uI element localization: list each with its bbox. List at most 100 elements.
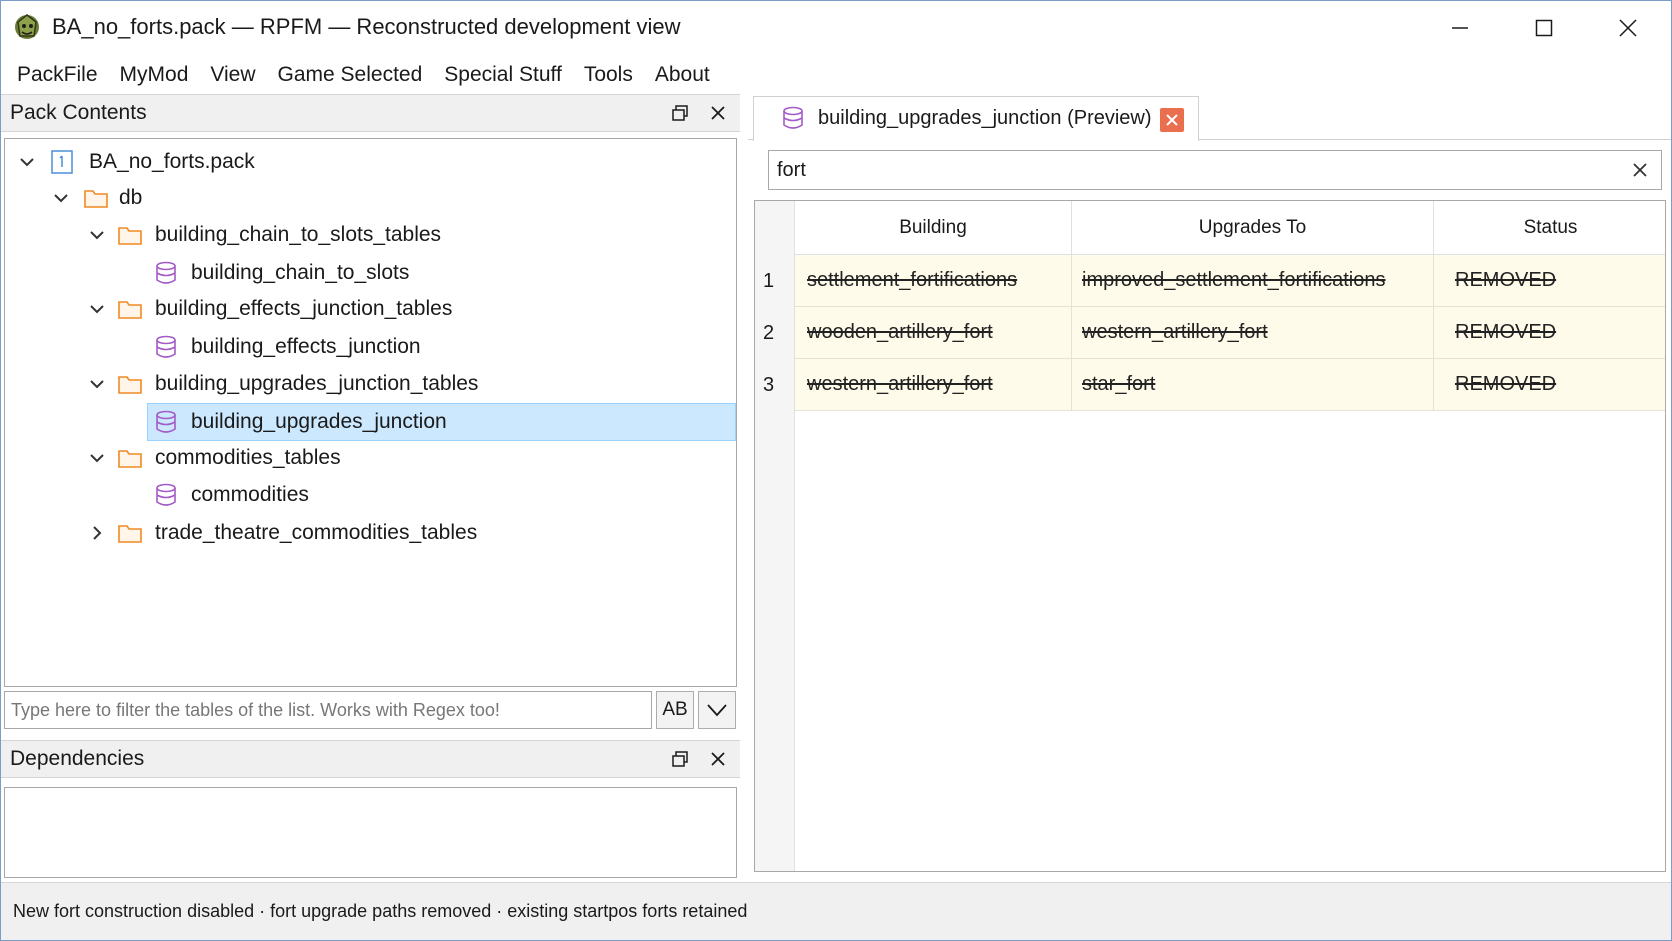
tree-item-label: BA_no_forts.pack	[89, 150, 255, 173]
column-header-status[interactable]: Status	[1434, 201, 1665, 255]
dependencies-close-button[interactable]	[706, 747, 730, 771]
database-table-icon	[156, 483, 176, 506]
folder-icon	[118, 450, 142, 468]
dependencies-tree[interactable]	[4, 787, 737, 878]
minimize-button[interactable]	[1418, 0, 1502, 56]
filter-options-button[interactable]	[698, 691, 736, 729]
cell-building[interactable]: settlement_fortifications	[795, 255, 1072, 307]
chevron-down-icon[interactable]	[87, 374, 107, 394]
chevron-down-icon[interactable]	[87, 448, 107, 468]
menu-view[interactable]: View	[201, 63, 264, 87]
chevron-down-icon	[707, 704, 727, 717]
tree-item-label: commodities	[191, 483, 309, 506]
database-table-icon	[156, 410, 176, 433]
menu-special-stuff[interactable]: Special Stuff	[435, 63, 571, 87]
database-table-icon	[156, 261, 176, 284]
folder-icon	[118, 301, 142, 319]
data-table[interactable]: Building Upgrades To Status 1 settlement…	[754, 200, 1666, 872]
tab-close-button[interactable]	[1160, 108, 1184, 132]
tree-item-label: db	[119, 186, 143, 209]
menu-mymod[interactable]: MyMod	[111, 63, 198, 87]
float-window-icon	[672, 105, 688, 121]
cell-upgrades-to[interactable]: western_artillery_fort	[1072, 307, 1434, 359]
tree-item-folder[interactable]: commodities_tables	[5, 439, 736, 477]
cell-status[interactable]: REMOVED	[1434, 307, 1665, 359]
pack-file-icon	[51, 150, 73, 174]
tree-item-label: building_effects_junction	[191, 335, 421, 358]
table-row[interactable]: 2 wooden_artillery_fort western_artiller…	[755, 307, 1665, 359]
pack-contents-title: Pack Contents	[10, 101, 147, 124]
cell-upgrades-to[interactable]: improved_settlement_fortifications	[1072, 255, 1434, 307]
folder-icon	[118, 525, 142, 543]
tab-building-upgrades-junction[interactable]: building_upgrades_junction (Preview)	[753, 96, 1199, 141]
tree-item-db[interactable]: db	[5, 179, 736, 217]
window-title: BA_no_forts.pack — RPFM — Reconstructed …	[52, 14, 681, 39]
close-icon	[711, 752, 725, 766]
close-window-button[interactable]	[1586, 0, 1670, 56]
cell-status[interactable]: REMOVED	[1434, 255, 1665, 307]
row-number: 2	[763, 321, 775, 344]
title-bar: BA_no_forts.pack — RPFM — Reconstructed …	[0, 0, 1672, 56]
tab-label: building_upgrades_junction (Preview)	[818, 107, 1152, 129]
maximize-button[interactable]	[1502, 0, 1586, 56]
pack-contents-float-button[interactable]	[668, 101, 692, 125]
tree-item-table[interactable]: building_chain_to_slots	[5, 254, 736, 292]
row-number: 1	[763, 269, 775, 292]
tree-item-label: trade_theatre_commodities_tables	[155, 521, 478, 544]
chevron-down-icon[interactable]	[17, 152, 37, 172]
tree-item-folder-collapsed[interactable]: trade_theatre_commodities_tables	[5, 514, 736, 552]
dependencies-float-button[interactable]	[668, 747, 692, 771]
pack-tree[interactable]: BA_no_forts.pack db building_chain_to_sl…	[4, 138, 737, 687]
menu-game-selected[interactable]: Game Selected	[269, 63, 432, 87]
menu-about[interactable]: About	[646, 63, 719, 87]
tab-strip: building_upgrades_junction (Preview)	[748, 94, 1672, 141]
search-clear-button[interactable]	[1628, 158, 1652, 182]
status-bar: New fort construction disabled · fort up…	[0, 882, 1672, 941]
maximize-icon	[1535, 19, 1553, 37]
tree-item-folder[interactable]: building_chain_to_slots_tables	[5, 216, 736, 254]
column-header-building[interactable]: Building	[795, 201, 1072, 255]
tree-item-table[interactable]: commodities	[5, 476, 736, 514]
menu-packfile[interactable]: PackFile	[8, 63, 107, 87]
dependencies-title: Dependencies	[10, 747, 145, 770]
editor-area: building_upgrades_junction (Preview) Bui…	[748, 94, 1672, 879]
minimize-icon	[1452, 27, 1468, 29]
table-row[interactable]: 1 settlement_fortifications improved_set…	[755, 255, 1665, 307]
tree-filter-input[interactable]	[4, 691, 652, 729]
menu-tools[interactable]: Tools	[575, 63, 642, 87]
table-search-input[interactable]	[768, 150, 1662, 190]
tree-item-folder[interactable]: building_upgrades_junction_tables	[5, 365, 736, 403]
menu-bar: PackFile MyMod View Game Selected Specia…	[0, 56, 1672, 94]
folder-icon	[118, 227, 142, 245]
tree-item-folder[interactable]: building_effects_junction_tables	[5, 290, 736, 328]
cell-status[interactable]: REMOVED	[1434, 359, 1665, 411]
close-icon	[1633, 163, 1647, 177]
rpfm-logo-icon	[15, 14, 39, 39]
case-sensitive-icon: AB	[662, 699, 688, 720]
chevron-down-icon[interactable]	[51, 188, 71, 208]
close-icon	[1619, 19, 1637, 37]
database-table-icon	[783, 106, 803, 129]
close-icon	[1166, 114, 1178, 126]
pack-contents-close-button[interactable]	[706, 101, 730, 125]
case-sensitive-button[interactable]: AB	[656, 691, 694, 729]
tree-item-pack[interactable]: BA_no_forts.pack	[5, 143, 736, 181]
chevron-right-icon[interactable]	[87, 523, 107, 543]
table-row[interactable]: 3 western_artillery_fort star_fort REMOV…	[755, 359, 1665, 411]
dependencies-header: Dependencies	[0, 740, 740, 778]
float-window-icon	[672, 751, 688, 767]
chevron-down-icon[interactable]	[87, 225, 107, 245]
cell-building[interactable]: western_artillery_fort	[795, 359, 1072, 411]
tree-item-label: building_effects_junction_tables	[155, 297, 453, 320]
column-header-upgrades-to[interactable]: Upgrades To	[1072, 201, 1434, 255]
tree-item-label: building_chain_to_slots	[191, 261, 410, 284]
tree-item-label: building_chain_to_slots_tables	[155, 223, 442, 246]
close-icon	[711, 106, 725, 120]
folder-icon	[118, 376, 142, 394]
chevron-down-icon[interactable]	[87, 299, 107, 319]
database-table-icon	[156, 335, 176, 358]
cell-upgrades-to[interactable]: star_fort	[1072, 359, 1434, 411]
pack-contents-header: Pack Contents	[0, 94, 740, 132]
cell-building[interactable]: wooden_artillery_fort	[795, 307, 1072, 359]
tree-item-table[interactable]: building_effects_junction	[5, 328, 736, 366]
